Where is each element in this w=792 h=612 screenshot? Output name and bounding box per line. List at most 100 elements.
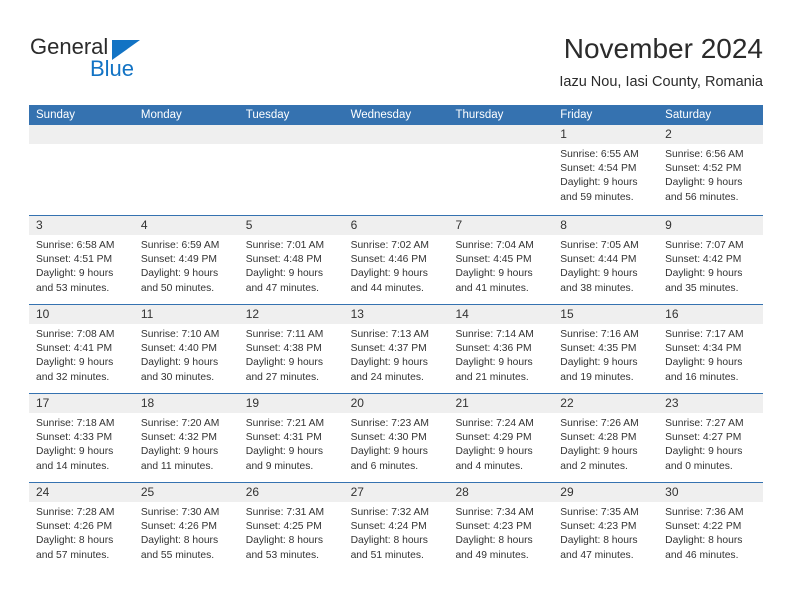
day-details: Sunrise: 7:26 AM Sunset: 4:28 PM Daylight:… xyxy=(553,413,658,474)
general-blue-logo[interactable]: General Blue xyxy=(30,36,230,88)
day-number: 26 xyxy=(238,483,344,502)
calendar-day-cell[interactable]: 23 Sunrise: 7:27 AM Sunset: 4:27 PM Dayligh… xyxy=(658,394,764,482)
day-number: 22 xyxy=(553,394,659,413)
calendar-day-cell[interactable]: 8 Sunrise: 7:05 AM Sunset: 4:44 PM Daylight… xyxy=(553,216,659,304)
sunrise-time: Sunrise: 7:13 AM xyxy=(350,329,429,340)
day-number: 12 xyxy=(238,305,344,324)
daylight-duration-line2: and 21 minutes. xyxy=(455,371,529,383)
calendar-day-cell[interactable]: 24 Sunrise: 7:28 AM Sunset: 4:26 PM Dayligh… xyxy=(29,483,134,571)
daylight-duration-line2: and 53 minutes. xyxy=(245,549,319,561)
calendar-day-cell[interactable]: 16 Sunrise: 7:17 AM Sunset: 4:34 PM Dayligh… xyxy=(658,305,764,393)
day-number: 24 xyxy=(29,483,134,502)
calendar-day-cell[interactable]: 13 Sunrise: 7:13 AM Sunset: 4:37 PM Dayligh… xyxy=(343,305,449,393)
calendar-day-cell[interactable]: 3 Sunrise: 6:58 AM Sunset: 4:51 PM Daylight… xyxy=(29,216,134,304)
daylight-duration-line1: Daylight: 8 hours xyxy=(350,535,428,547)
day-number: 6 xyxy=(343,216,449,235)
daylight-duration-line2: and 57 minutes. xyxy=(36,549,110,561)
day-number: 13 xyxy=(343,305,449,324)
daylight-duration-line1: Daylight: 9 hours xyxy=(455,446,533,458)
daylight-duration-line2: and 30 minutes. xyxy=(140,371,215,383)
calendar-day-cell[interactable]: 29 Sunrise: 7:35 AM Sunset: 4:23 PM Dayligh… xyxy=(553,483,659,571)
calendar-day-cell[interactable]: 15 Sunrise: 7:16 AM Sunset: 4:35 PM Dayligh… xyxy=(553,305,659,393)
sunrise-time: Sunrise: 7:30 AM xyxy=(140,507,220,518)
day-number: 9 xyxy=(658,216,764,235)
sunset-time: Sunset: 4:52 PM xyxy=(665,163,742,175)
calendar-day-cell[interactable]: 7 Sunrise: 7:04 AM Sunset: 4:45 PM Daylight… xyxy=(448,216,554,304)
day-details: Sunrise: 7:04 AM Sunset: 4:45 PM Daylight:… xyxy=(448,235,553,296)
daylight-duration-line1: Daylight: 9 hours xyxy=(665,268,743,280)
sunset-time: Sunset: 4:42 PM xyxy=(665,254,742,266)
calendar-day-cell[interactable]: 22 Sunrise: 7:26 AM Sunset: 4:28 PM Dayligh… xyxy=(553,394,659,482)
daylight-duration-line1: Daylight: 9 hours xyxy=(665,357,743,369)
day-details: Sunrise: 7:21 AM Sunset: 4:31 PM Daylight:… xyxy=(239,413,344,474)
calendar-day-cell[interactable]: 1 Sunrise: 6:55 AM Sunset: 4:54 PM Daylight… xyxy=(553,125,659,215)
day-number xyxy=(133,125,239,144)
day-number: 11 xyxy=(133,305,239,324)
sunrise-time: Sunrise: 7:35 AM xyxy=(560,507,639,518)
calendar-day-cell[interactable]: 2 Sunrise: 6:56 AM Sunset: 4:52 PM Daylight… xyxy=(658,125,764,215)
weekday-header-wednesday: Wednesday xyxy=(350,109,412,121)
calendar-week-row: 1 Sunrise: 6:55 AM Sunset: 4:54 PM Daylight… xyxy=(29,125,764,215)
day-details: Sunrise: 7:36 AM Sunset: 4:22 PM Daylight:… xyxy=(658,502,763,563)
day-details: Sunrise: 6:59 AM Sunset: 4:49 PM Daylight:… xyxy=(134,235,239,296)
sunrise-time: Sunrise: 7:18 AM xyxy=(36,418,115,429)
sunrise-time: Sunrise: 7:10 AM xyxy=(140,329,220,340)
daylight-duration-line2: and 14 minutes. xyxy=(36,460,110,472)
calendar-day-cell[interactable]: 11 Sunrise: 7:10 AM Sunset: 4:40 PM Dayligh… xyxy=(133,305,239,393)
sunset-time: Sunset: 4:24 PM xyxy=(350,521,427,533)
calendar-day-cell[interactable]: 26 Sunrise: 7:31 AM Sunset: 4:25 PM Dayligh… xyxy=(238,483,344,571)
daylight-duration-line1: Daylight: 8 hours xyxy=(560,535,638,547)
calendar-day-cell[interactable]: 20 Sunrise: 7:23 AM Sunset: 4:30 PM Dayligh… xyxy=(343,394,449,482)
calendar-day-cell[interactable]: 14 Sunrise: 7:14 AM Sunset: 4:36 PM Dayligh… xyxy=(448,305,554,393)
calendar-day-cell[interactable]: 5 Sunrise: 7:01 AM Sunset: 4:48 PM Daylight… xyxy=(238,216,344,304)
day-details: Sunrise: 7:27 AM Sunset: 4:27 PM Daylight:… xyxy=(658,413,763,474)
calendar-day-cell[interactable]: 27 Sunrise: 7:32 AM Sunset: 4:24 PM Dayligh… xyxy=(343,483,449,571)
daylight-duration-line1: Daylight: 9 hours xyxy=(350,357,428,369)
daylight-duration-line1: Daylight: 9 hours xyxy=(560,357,638,369)
daylight-duration-line1: Daylight: 9 hours xyxy=(455,357,533,369)
sunrise-time: Sunrise: 6:58 AM xyxy=(36,240,115,251)
day-details: Sunrise: 6:56 AM Sunset: 4:52 PM Daylight:… xyxy=(658,144,763,205)
daylight-duration-line1: Daylight: 9 hours xyxy=(560,268,638,280)
sunset-time: Sunset: 4:48 PM xyxy=(245,254,322,266)
day-number: 23 xyxy=(658,394,764,413)
daylight-duration-line1: Daylight: 9 hours xyxy=(140,268,219,280)
sunset-time: Sunset: 4:51 PM xyxy=(36,254,113,266)
sunrise-time: Sunrise: 7:32 AM xyxy=(350,507,429,518)
daylight-duration-line2: and 50 minutes. xyxy=(140,282,215,294)
day-details: Sunrise: 7:01 AM Sunset: 4:48 PM Daylight:… xyxy=(239,235,344,296)
calendar-day-cell[interactable]: 28 Sunrise: 7:34 AM Sunset: 4:23 PM Dayligh… xyxy=(448,483,554,571)
page-header: General Blue November 2024 Iazu Nou, Ias… xyxy=(0,0,792,100)
daylight-duration-line1: Daylight: 9 hours xyxy=(350,268,428,280)
weekday-header-friday: Friday xyxy=(560,109,593,121)
day-details: Sunrise: 7:17 AM Sunset: 4:34 PM Daylight:… xyxy=(658,324,763,385)
daylight-duration-line1: Daylight: 9 hours xyxy=(455,268,533,280)
daylight-duration-line1: Daylight: 9 hours xyxy=(665,446,743,458)
daylight-duration-line2: and 24 minutes. xyxy=(350,371,424,383)
daylight-duration-line2: and 55 minutes. xyxy=(140,549,215,561)
day-number: 10 xyxy=(29,305,134,324)
day-details: Sunrise: 7:02 AM Sunset: 4:46 PM Daylight:… xyxy=(344,235,449,296)
calendar-day-cell[interactable]: 21 Sunrise: 7:24 AM Sunset: 4:29 PM Dayligh… xyxy=(448,394,554,482)
sunset-time: Sunset: 4:46 PM xyxy=(350,254,427,266)
day-details: Sunrise: 7:35 AM Sunset: 4:23 PM Daylight:… xyxy=(553,502,658,563)
calendar-day-cell[interactable]: 17 Sunrise: 7:18 AM Sunset: 4:33 PM Dayligh… xyxy=(29,394,134,482)
daylight-duration-line2: and 2 minutes. xyxy=(560,460,628,472)
day-number: 19 xyxy=(238,394,344,413)
sunrise-time: Sunrise: 6:55 AM xyxy=(560,149,639,160)
calendar-day-cell[interactable]: 9 Sunrise: 7:07 AM Sunset: 4:42 PM Daylight… xyxy=(658,216,764,304)
calendar-day-cell[interactable]: 25 Sunrise: 7:30 AM Sunset: 4:26 PM Dayligh… xyxy=(133,483,239,571)
calendar-day-cell[interactable]: 18 Sunrise: 7:20 AM Sunset: 4:32 PM Dayligh… xyxy=(133,394,239,482)
day-details: Sunrise: 7:28 AM Sunset: 4:26 PM Daylight:… xyxy=(29,502,134,563)
calendar-day-cell[interactable]: 6 Sunrise: 7:02 AM Sunset: 4:46 PM Daylight… xyxy=(343,216,449,304)
daylight-duration-line2: and 59 minutes. xyxy=(560,191,634,203)
page-title: November 2024 xyxy=(563,33,763,64)
calendar-day-cell[interactable]: 10 Sunrise: 7:08 AM Sunset: 4:41 PM Dayligh… xyxy=(29,305,134,393)
daylight-duration-line2: and 46 minutes. xyxy=(665,549,739,561)
calendar-day-cell[interactable]: 19 Sunrise: 7:21 AM Sunset: 4:31 PM Dayligh… xyxy=(238,394,344,482)
calendar-day-cell[interactable]: 4 Sunrise: 6:59 AM Sunset: 4:49 PM Daylight… xyxy=(133,216,239,304)
sunset-time: Sunset: 4:31 PM xyxy=(245,432,322,444)
sunrise-time: Sunrise: 7:31 AM xyxy=(245,507,325,518)
calendar-day-cell[interactable]: 12 Sunrise: 7:11 AM Sunset: 4:38 PM Dayligh… xyxy=(238,305,344,393)
calendar-day-cell[interactable]: 30 Sunrise: 7:36 AM Sunset: 4:22 PM Dayligh… xyxy=(658,483,764,571)
